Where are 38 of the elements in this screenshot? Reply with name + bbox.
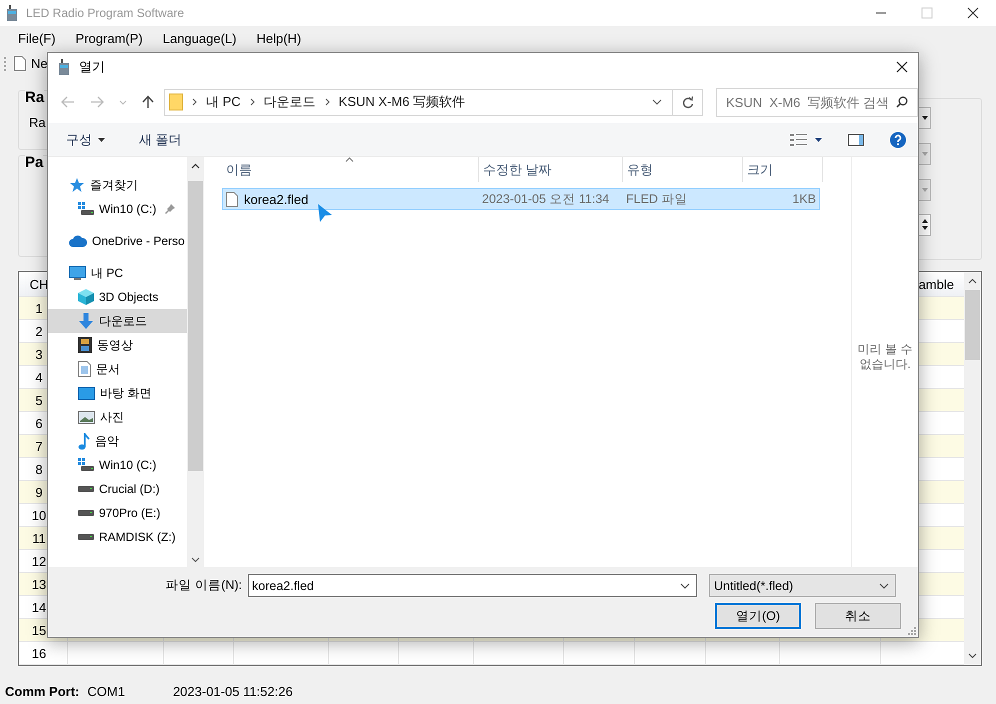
new-folder-button[interactable]: 새 폴더 (133, 126, 188, 152)
breadcrumb[interactable]: KSUN X-M6 写频软件 (338, 93, 466, 111)
preview-message: 미리 볼 수 없습니다. (856, 342, 914, 372)
organize-button[interactable]: 구성 (60, 126, 111, 152)
search-field[interactable]: KSUN X-M6 写频软件 검색 (716, 88, 918, 116)
address-bar[interactable]: 내 PC 다운로드 KSUN X-M6 写频软件 (164, 88, 673, 116)
column-header[interactable]: 유형 (623, 157, 743, 182)
status-value: COM1 (87, 684, 125, 699)
menu-item[interactable]: Program(P) (76, 31, 143, 46)
file-type-dropdown[interactable]: Untitled(*.fled) (709, 574, 896, 597)
window-title: LED Radio Program Software (26, 6, 184, 20)
filename-field[interactable]: korea2.fled (248, 574, 697, 597)
menu-item[interactable]: File(F) (18, 31, 56, 46)
dialog-title: 열기 (79, 58, 105, 76)
breadcrumb[interactable]: 내 PC (206, 93, 241, 111)
nav-item[interactable]: Win10 (C:) (48, 197, 187, 221)
status-label: Comm Port: (5, 684, 80, 699)
menu-item[interactable]: Language(L) (162, 31, 236, 46)
cancel-button[interactable]: 취소 (815, 603, 901, 629)
table-cell: 16 (19, 642, 68, 666)
file-row[interactable]: korea2.fled 2023-01-05 오전 11:34 FLED 파일 1KB (222, 188, 820, 210)
field-label: Ra (29, 114, 46, 130)
new-button[interactable]: Ne (14, 56, 48, 72)
field-label: 파일 이름(N): (164, 577, 243, 594)
nav-item[interactable]: OneDrive - Perso (48, 229, 187, 253)
table-cell-text: FLED 파일 (625, 190, 688, 208)
file-name: korea2.fled (244, 192, 308, 206)
column-header[interactable]: 크기 (743, 157, 823, 182)
column-header[interactable]: 수정한 날짜 (479, 157, 623, 182)
table-cell-text: 2023-01-05 오전 11:34 (481, 190, 610, 208)
nav-item[interactable]: 다운로드 (48, 309, 187, 333)
breadcrumb[interactable]: 다운로드 (264, 93, 316, 111)
menu-item[interactable]: Help(H) (256, 31, 302, 46)
table-cell-text: 1KB (791, 191, 817, 208)
open-button[interactable]: 열기(O) (715, 603, 801, 629)
status-time: 2023-01-05 11:52:26 (172, 684, 293, 699)
column-header[interactable]: 이름 (222, 157, 479, 182)
nav-item[interactable]: 즐겨찾기 (48, 173, 187, 197)
